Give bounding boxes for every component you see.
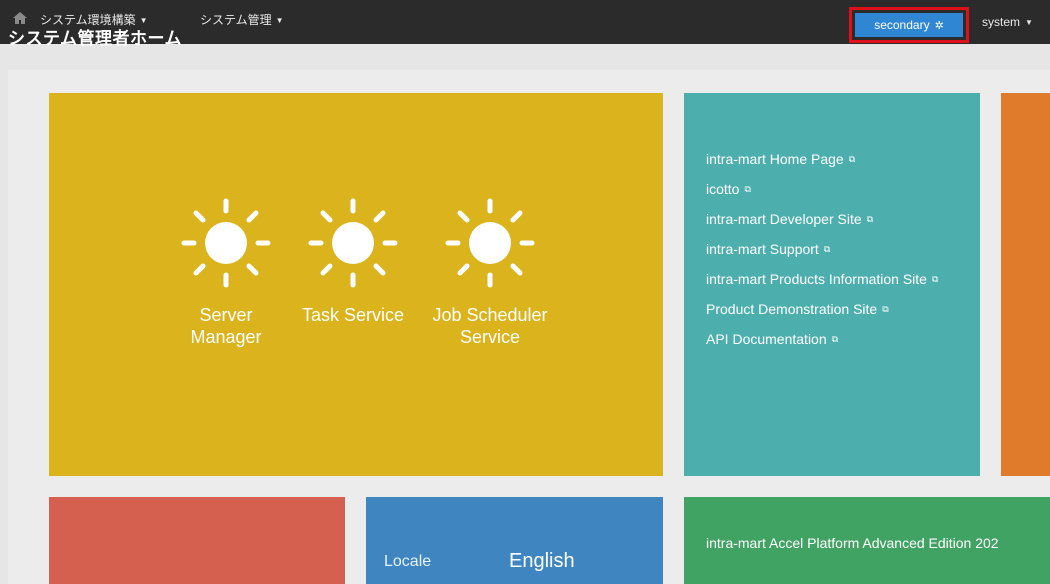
service-label: Server Manager <box>190 305 262 347</box>
highlight-box: secondary ✲ <box>849 7 969 43</box>
sun-icon <box>445 198 535 288</box>
sun-icon <box>181 198 271 288</box>
link-products-information-site[interactable]: intra-mart Products Information Site ⧉ <box>706 270 966 288</box>
menu-system-administration[interactable]: システム管理 ▼ <box>200 11 284 28</box>
job-scheduler-service[interactable]: Job Scheduler Service <box>432 198 548 348</box>
page-title: システム管理者ホーム <box>8 29 182 48</box>
link-intra-mart-home-page[interactable]: intra-mart Home Page ⧉ <box>706 150 966 168</box>
gear-icon: ✲ <box>934 20 944 32</box>
external-link-icon: ⧉ <box>931 274 939 284</box>
service-label: Job Scheduler Service <box>432 305 548 347</box>
link-product-demonstration-site[interactable]: Product Demonstration Site ⧉ <box>706 300 966 318</box>
server-manager-service[interactable]: Server Manager <box>171 198 281 348</box>
user-name: system <box>982 15 1021 29</box>
locale-value[interactable]: English <box>509 550 575 573</box>
caret-down-icon: ▼ <box>275 16 284 26</box>
link-list: intra-mart Home Page ⧉ icotto ⧉ intra-mart… <box>706 150 966 360</box>
external-link-icon: ⧉ <box>848 154 856 164</box>
user-menu[interactable]: system ▼ <box>982 15 1033 29</box>
link-icotto[interactable]: icotto ⧉ <box>706 180 966 198</box>
external-link-icon: ⧉ <box>744 184 751 194</box>
services-tile: Server Manager Task Service Job Schedule… <box>49 93 663 476</box>
external-link-icon: ⧉ <box>823 244 831 254</box>
links-tile: intra-mart Home Page ⧉ icotto ⧉ intra-mart… <box>684 93 980 476</box>
top-navigation-bar: システム環境構築 ▼ システム管理 ▼ システム管理者ホーム secondary ✲ … <box>0 0 1050 48</box>
locale-tile: Locale English <box>366 497 663 584</box>
external-link-icon: ⧉ <box>866 214 874 224</box>
link-label: intra-mart Home Page <box>706 151 844 167</box>
service-label: Task Service <box>301 305 405 325</box>
link-label: icotto <box>706 181 740 197</box>
link-label: Product Demonstration Site <box>706 301 878 317</box>
link-support[interactable]: intra-mart Support ⧉ <box>706 240 966 258</box>
sun-icon <box>308 198 398 288</box>
locale-label: Locale <box>384 553 432 570</box>
external-link-icon: ⧉ <box>882 304 889 314</box>
link-label: API Documentation <box>706 331 827 347</box>
task-service[interactable]: Task Service <box>298 198 408 326</box>
dashboard-area: Server Manager Task Service Job Schedule… <box>8 70 1050 584</box>
external-link-icon: ⧉ <box>831 334 839 344</box>
orange-tile[interactable] <box>1001 93 1050 476</box>
link-label: intra-mart Support <box>706 241 819 257</box>
red-tile[interactable] <box>49 497 345 584</box>
edition-text: intra-mart Accel Platform Advanced Editi… <box>706 535 999 551</box>
link-api-documentation[interactable]: API Documentation ⧉ <box>706 330 966 348</box>
edition-tile: intra-mart Accel Platform Advanced Editi… <box>684 497 1050 584</box>
link-label: intra-mart Products Information Site <box>706 271 927 287</box>
caret-down-icon: ▼ <box>1025 18 1033 28</box>
secondary-label: secondary <box>874 18 930 32</box>
link-label: intra-mart Developer Site <box>706 211 862 227</box>
secondary-button[interactable]: secondary ✲ <box>855 13 963 37</box>
link-developer-site[interactable]: intra-mart Developer Site ⧉ <box>706 210 966 228</box>
menu-label: システム管理 <box>200 13 272 27</box>
